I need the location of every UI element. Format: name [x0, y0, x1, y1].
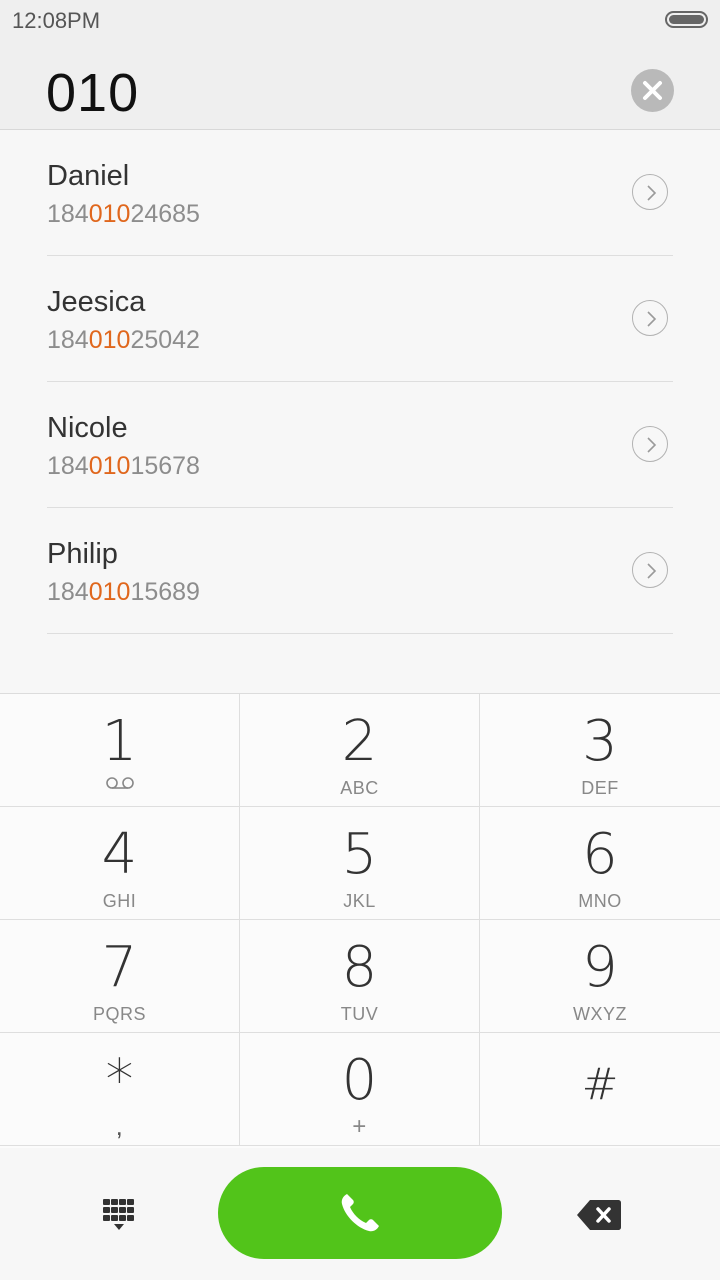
dial-keypad: 1 2 ABC 3 DEF 4 GHI 5 JKL 6 MNO 7 PQRS 8…	[0, 693, 720, 1148]
key-7[interactable]: 7 PQRS	[0, 920, 240, 1033]
match-highlight: 010	[88, 200, 131, 228]
match-highlight: 010	[88, 578, 131, 606]
dial-input-bar: 010	[0, 40, 720, 130]
contact-name: Philip	[47, 538, 118, 570]
contact-row-daniel[interactable]: Daniel 18401024685	[47, 130, 673, 256]
backspace-icon	[577, 1200, 621, 1230]
phone-icon	[341, 1194, 379, 1232]
key-0[interactable]: 0 +	[240, 1033, 480, 1146]
dialpad-toggle-button[interactable]	[100, 1196, 138, 1234]
chevron-right-icon	[647, 437, 657, 453]
dialed-number-field[interactable]: 010	[46, 62, 139, 124]
key-8[interactable]: 8 TUV	[240, 920, 480, 1033]
status-bar: 12:08PM	[0, 0, 720, 40]
contact-number: 18401024685	[47, 200, 200, 228]
battery-icon	[665, 11, 708, 28]
key-4[interactable]: 4 GHI	[0, 807, 240, 920]
contact-detail-button[interactable]	[632, 426, 668, 462]
contact-detail-button[interactable]	[632, 300, 668, 336]
key-hash[interactable]: #	[480, 1033, 720, 1146]
contact-row-jeesica[interactable]: Jeesica 18401025042	[47, 256, 673, 382]
key-star[interactable]: * ,	[0, 1033, 240, 1146]
key-5[interactable]: 5 JKL	[240, 807, 480, 920]
contact-row-philip[interactable]: Philip 18401015689	[47, 508, 673, 634]
contact-results-list: Daniel 18401024685 Jeesica 18401025042 N…	[0, 130, 720, 694]
key-9[interactable]: 9 WXYZ	[480, 920, 720, 1033]
chevron-right-icon	[647, 563, 657, 579]
contact-detail-button[interactable]	[632, 174, 668, 210]
clear-button[interactable]	[631, 69, 674, 112]
contact-name: Nicole	[47, 412, 128, 444]
match-highlight: 010	[88, 452, 131, 480]
contact-row-nicole[interactable]: Nicole 18401015678	[47, 382, 673, 508]
contact-number: 18401015678	[47, 452, 200, 480]
contact-number: 18401025042	[47, 326, 200, 354]
backspace-button[interactable]	[576, 1198, 622, 1232]
chevron-right-icon	[647, 185, 657, 201]
key-6[interactable]: 6 MNO	[480, 807, 720, 920]
contact-name: Jeesica	[47, 286, 146, 318]
voicemail-icon	[0, 776, 239, 795]
key-2[interactable]: 2 ABC	[240, 694, 480, 807]
status-time: 12:08PM	[12, 8, 101, 33]
contact-number: 18401015689	[47, 578, 200, 606]
contact-name: Daniel	[47, 160, 130, 192]
dialpad-icon	[103, 1199, 134, 1230]
close-icon	[643, 81, 662, 100]
bottom-action-bar	[0, 1148, 720, 1280]
key-1[interactable]: 1	[0, 694, 240, 807]
key-3[interactable]: 3 DEF	[480, 694, 720, 807]
contact-detail-button[interactable]	[632, 552, 668, 588]
chevron-right-icon	[647, 311, 657, 327]
match-highlight: 010	[88, 326, 131, 354]
call-button[interactable]	[218, 1167, 502, 1259]
